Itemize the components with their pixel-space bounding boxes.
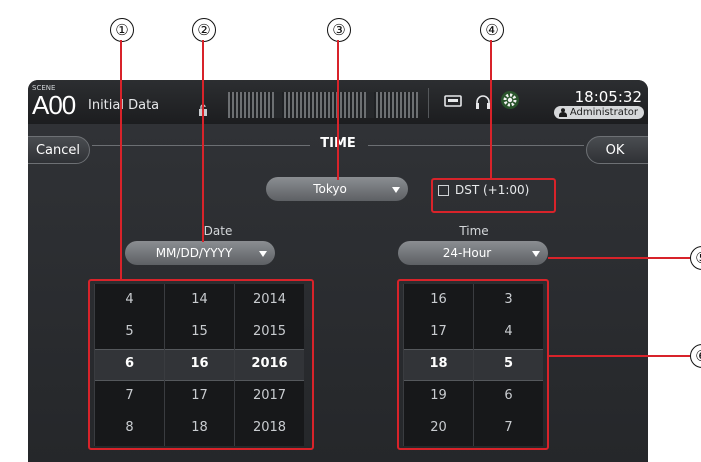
chevron-down-icon	[259, 251, 267, 257]
leader-4	[490, 40, 492, 178]
cancel-button[interactable]: Cancel	[28, 136, 90, 164]
timezone-value: Tokyo	[313, 182, 347, 196]
leader-6	[549, 355, 690, 357]
chevron-down-icon	[392, 187, 400, 193]
callout-5: ⑤	[690, 246, 701, 270]
tape-recorder-icon[interactable]	[444, 94, 462, 108]
callout-1: ①	[110, 18, 134, 42]
scene-number[interactable]: A00	[32, 90, 76, 121]
callout-3: ③	[327, 18, 351, 42]
callout-6: ⑥	[690, 344, 701, 368]
leader-5	[548, 257, 690, 259]
leader-3	[337, 40, 339, 180]
level-meters[interactable]	[228, 92, 418, 118]
time-format-value: 24-Hour	[442, 246, 492, 260]
timezone-select[interactable]: Tokyo	[266, 177, 408, 201]
date-label: Date	[203, 224, 233, 238]
leader-1	[120, 40, 122, 279]
clock: 18:05:32	[574, 88, 642, 106]
ok-button[interactable]: OK	[586, 136, 648, 164]
user-icon	[558, 108, 567, 117]
callout-4: ④	[480, 18, 504, 42]
callout-box-time-picker	[397, 279, 549, 450]
callout-2: ②	[192, 18, 216, 42]
scene-name[interactable]: Initial Data	[88, 98, 159, 113]
callout-box-dst	[431, 178, 556, 213]
time-format-select[interactable]: 24-Hour	[398, 241, 548, 265]
gear-icon[interactable]	[500, 90, 520, 110]
user-badge[interactable]: Administrator	[553, 106, 644, 119]
callout-box-date-picker	[88, 279, 314, 450]
chevron-down-icon	[532, 251, 540, 257]
leader-2	[202, 40, 204, 242]
date-format-select[interactable]: MM/DD/YYYY	[125, 241, 275, 265]
date-format-value: MM/DD/YYYY	[155, 246, 233, 260]
user-name: Administrator	[569, 107, 638, 118]
time-label: Time	[459, 224, 489, 238]
